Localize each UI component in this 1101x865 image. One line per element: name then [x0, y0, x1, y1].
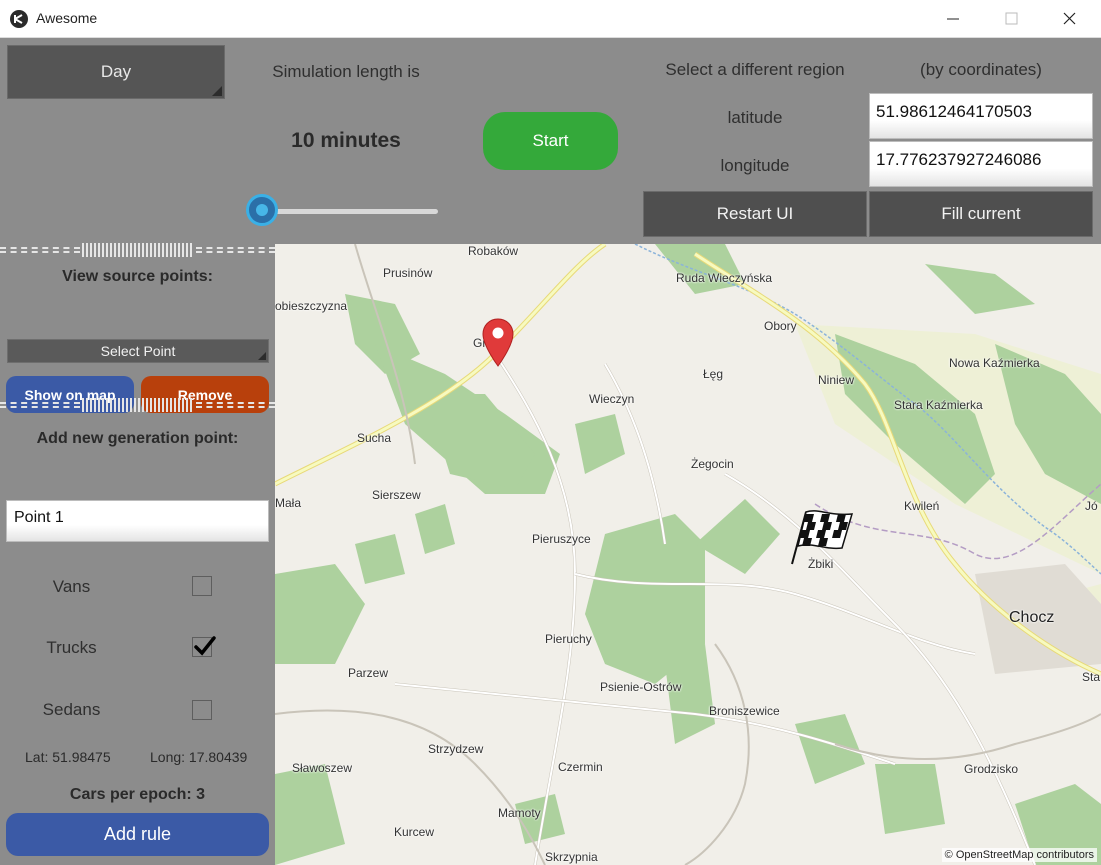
finish-flag-icon[interactable] [788, 506, 854, 566]
window-title: Awesome [36, 10, 98, 26]
long-readout: Long: 17.80439 [150, 749, 248, 765]
map-pin-icon[interactable] [482, 318, 514, 368]
app-icon [10, 10, 28, 28]
map-label: Niniew [818, 373, 855, 387]
map-label: Sta [1082, 670, 1101, 684]
map-label: Broniszewice [709, 704, 780, 718]
splitter-grip-icon [82, 398, 194, 412]
longitude-label: longitude [720, 156, 790, 175]
sedans-label: Sedans [42, 700, 101, 719]
splitter-grip-icon [82, 243, 194, 257]
minimize-button[interactable] [924, 0, 982, 38]
panel-splitter-top[interactable] [0, 242, 275, 258]
latitude-input[interactable]: 51.98612464170503 [869, 93, 1093, 139]
map-label: Chocz [1009, 609, 1055, 626]
map-label: Pieruchy [545, 632, 592, 646]
map-view[interactable]: Robaków Prusinów obieszczyzna Gr Ruda Wi… [275, 244, 1101, 865]
map-label: Łęg [703, 367, 724, 381]
dropdown-corner-icon [212, 86, 222, 96]
add-point-title: Add new generation point: [36, 430, 239, 447]
map-label: Psienie-Ostrów [600, 680, 682, 694]
map-label: Czermin [558, 760, 603, 774]
splitter-dash [196, 402, 275, 408]
map-label: Żegocin [691, 457, 734, 471]
view-source-title: View source points: [62, 268, 213, 285]
coordinates-hint: (by coordinates) [920, 60, 1042, 79]
splitter-dash [196, 247, 275, 253]
trucks-label: Trucks [46, 638, 97, 657]
fill-current-label: Fill current [941, 204, 1021, 223]
trucks-checkbox[interactable] [192, 636, 216, 657]
latitude-label: latitude [727, 108, 783, 127]
select-point-label: Select Point [100, 343, 176, 359]
map-label: Kwileń [904, 499, 940, 513]
map-label: Sierszew [372, 488, 421, 502]
simulation-length-value: 10 minutes [291, 129, 401, 152]
map-label: Robaków [468, 244, 519, 258]
region-label: Select a different region [665, 60, 845, 79]
map-label: Kurcew [394, 825, 435, 839]
add-rule-label: Add rule [103, 824, 172, 844]
close-icon [1063, 12, 1076, 25]
map-label: Ruda Wieczyńska [676, 271, 773, 285]
sedans-checkbox[interactable] [192, 700, 212, 720]
map-label: Mała [275, 496, 302, 510]
day-button-label: Day [100, 62, 132, 81]
splitter-dash [0, 247, 80, 253]
checkmark-icon [194, 636, 216, 656]
map-label: Sławoszew [292, 761, 353, 775]
map-label: Pieruszyce [532, 532, 591, 546]
maximize-button[interactable] [982, 0, 1040, 38]
restart-ui-button[interactable]: Restart UI [643, 191, 867, 237]
map-label: Nowa Kaźmierka [949, 356, 1040, 370]
map-attribution[interactable]: © OpenStreetMap contributors [941, 848, 1097, 862]
left-panel: View source points: Select Point Show on… [0, 242, 275, 865]
day-dropdown-button[interactable]: Day [7, 45, 225, 99]
simulation-length-label: Simulation length is [272, 62, 420, 81]
map-label: Sucha [357, 431, 392, 445]
restart-ui-label: Restart UI [716, 204, 794, 223]
fill-current-button[interactable]: Fill current [869, 191, 1093, 237]
select-point-dropdown[interactable]: Select Point [7, 339, 269, 363]
map-label: Strzydzew [428, 742, 484, 756]
map-label: Stara Kaźmierka [894, 398, 983, 412]
title-bar: Awesome [0, 0, 1101, 38]
longitude-input[interactable]: 17.776237927246086 [869, 141, 1093, 187]
panel-splitter-middle[interactable] [0, 397, 275, 413]
map-label: Prusinów [383, 266, 433, 280]
map-label: obieszczyzna [275, 299, 348, 313]
add-rule-button[interactable]: Add rule [6, 813, 269, 856]
map-label: Mamoty [498, 806, 541, 820]
vans-checkbox[interactable] [192, 576, 212, 596]
maximize-icon [1005, 12, 1018, 25]
close-button[interactable] [1040, 0, 1098, 38]
start-button-label: Start [532, 131, 569, 150]
app-body: Day Simulation length is 10 minutes Star… [0, 38, 1101, 865]
simulation-slider-thumb[interactable] [245, 194, 278, 226]
point-name-input[interactable]: Point 1 [6, 500, 269, 542]
map-label: Grodzisko [964, 762, 1019, 776]
start-button[interactable]: Start [483, 112, 618, 170]
vans-label: Vans [52, 577, 91, 596]
map-label: Obory [764, 319, 797, 333]
cars-per-epoch-label: Cars per epoch: 3 [69, 786, 206, 803]
map-label: Jó [1085, 499, 1098, 513]
map-label: Parzew [348, 666, 389, 680]
lat-readout: Lat: 51.98475 [25, 749, 111, 765]
map-label: Wieczyn [589, 392, 635, 406]
simulation-length-slider[interactable] [258, 209, 438, 214]
minimize-icon [947, 18, 959, 20]
dropdown-corner-icon [258, 352, 266, 360]
splitter-dash [0, 402, 80, 408]
map-label: Skrzypnia [545, 850, 598, 864]
